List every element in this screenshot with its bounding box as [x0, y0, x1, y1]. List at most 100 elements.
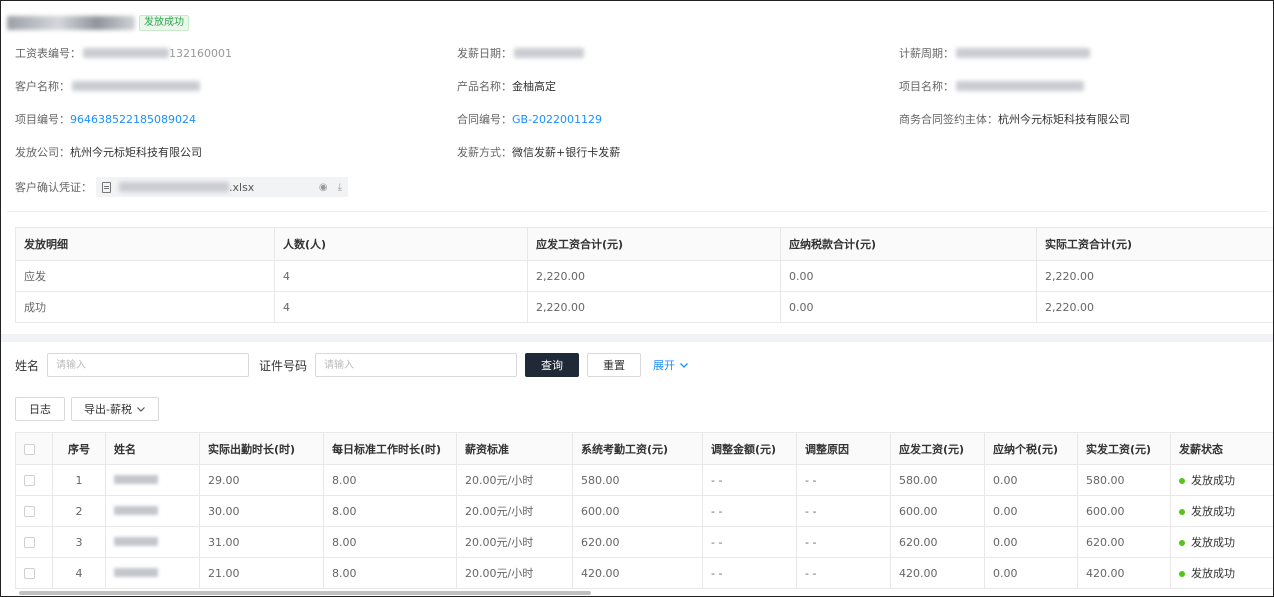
voucher-label: 客户确认凭证：	[15, 181, 92, 194]
pay-date-label: 发薪日期：	[457, 47, 512, 60]
select-all-checkbox[interactable]	[24, 443, 35, 455]
row-hours: 31.00	[199, 526, 324, 558]
row-sys-pay: 620.00	[572, 526, 703, 558]
row-adj-amount: - -	[702, 495, 797, 527]
row-gross: 580.00	[890, 464, 985, 496]
row-no: 3	[52, 526, 106, 558]
row-checkbox[interactable]	[24, 506, 35, 517]
export-dropdown[interactable]: 导出-薪税	[71, 397, 159, 421]
summary-cell: 0.00	[780, 291, 1037, 323]
row-name	[105, 495, 200, 527]
download-icon[interactable]: ⤓	[338, 182, 342, 193]
project-name-field: 项目名称：	[899, 76, 1084, 96]
log-button[interactable]: 日志	[15, 397, 65, 421]
section-divider	[1, 334, 1273, 342]
contract-no-link[interactable]: GB-2022001129	[512, 113, 602, 126]
row-rate: 20.00元/小时	[456, 557, 573, 589]
info-row-1: 工资表编号： 132160001 发薪日期： 计薪周期：	[1, 43, 1273, 63]
product-label: 产品名称：	[457, 80, 512, 93]
product-field: 产品名称： 金柚高定	[457, 76, 556, 96]
success-dot-icon	[1179, 540, 1185, 546]
summary-table: 发放明细 人数(人) 应发工资合计(元) 应纳税款合计(元) 实际工资合计(元)…	[15, 227, 1273, 323]
summary-cell: 应发	[15, 260, 275, 292]
method-label: 发薪方式：	[457, 146, 512, 159]
redacted-value	[956, 81, 1084, 91]
summary-header-cell: 发放明细	[15, 227, 275, 261]
row-hours: 29.00	[199, 464, 324, 496]
summary-cell: 2,220.00	[527, 291, 781, 323]
chevron-down-icon	[680, 363, 688, 368]
success-dot-icon	[1179, 478, 1185, 484]
row-no: 1	[52, 464, 106, 496]
id-label: 证件号码	[259, 358, 308, 373]
column-header: 调整原因	[796, 432, 891, 465]
row-name	[105, 464, 200, 496]
row-select-cell	[15, 495, 53, 527]
status-text: 发放成功	[1191, 536, 1235, 549]
summary-header-cell: 实际工资合计(元)	[1036, 227, 1273, 261]
row-sys-pay: 420.00	[572, 557, 703, 589]
customer-label: 客户名称：	[15, 80, 70, 93]
column-header: 实发工资(元)	[1077, 432, 1171, 465]
redacted-title	[7, 16, 135, 30]
search-bar: 姓名 证件号码 查询 重置 展开	[15, 353, 689, 377]
row-std-hours: 8.00	[323, 557, 457, 589]
select-all-cell	[15, 432, 53, 465]
column-header: 每日标准工作时长(时)	[323, 432, 457, 465]
row-adj-amount: - -	[702, 526, 797, 558]
eye-icon[interactable]: ◉	[319, 182, 328, 193]
row-gross: 620.00	[890, 526, 985, 558]
row-rate: 20.00元/小时	[456, 464, 573, 496]
summary-header-row: 发放明细 人数(人) 应发工资合计(元) 应纳税款合计(元) 实际工资合计(元)	[15, 227, 1273, 261]
column-header: 发薪状态	[1170, 432, 1273, 465]
row-status: 发放成功	[1170, 557, 1273, 589]
payroll-detail-page: 发放成功 工资表编号： 132160001 发薪日期： 计薪周期： 客户名称： …	[0, 0, 1274, 597]
file-icon	[102, 181, 111, 193]
redacted-value	[956, 48, 1090, 58]
period-label: 计薪周期：	[899, 47, 954, 60]
query-button[interactable]: 查询	[525, 353, 580, 377]
row-net: 600.00	[1077, 495, 1171, 527]
row-checkbox[interactable]	[24, 568, 35, 579]
row-hours: 30.00	[199, 495, 324, 527]
row-status: 发放成功	[1170, 526, 1273, 558]
name-input[interactable]	[47, 353, 250, 377]
id-number-input[interactable]	[315, 353, 518, 377]
issuer-value: 杭州今元标矩科技有限公司	[70, 146, 202, 159]
column-header: 实际出勤时长(时)	[199, 432, 324, 465]
row-rate: 20.00元/小时	[456, 526, 573, 558]
table-row: 1 29.00 8.00 20.00元/小时 580.00 - - - - 58…	[15, 464, 1273, 496]
voucher-ext: .xlsx	[229, 180, 255, 194]
project-no-link[interactable]: 964638522185089024	[70, 113, 196, 126]
horizontal-scrollbar[interactable]	[19, 591, 591, 595]
salary-no-suffix: 132160001	[169, 46, 232, 60]
row-name	[105, 526, 200, 558]
row-adj-reason: - -	[796, 464, 891, 496]
summary-cell: 4	[274, 291, 528, 323]
row-rate: 20.00元/小时	[456, 495, 573, 527]
row-tax: 0.00	[984, 526, 1078, 558]
row-tax: 0.00	[984, 495, 1078, 527]
row-hours: 21.00	[199, 557, 324, 589]
period-field: 计薪周期：	[899, 43, 1090, 63]
row-checkbox[interactable]	[24, 537, 35, 548]
row-no: 4	[52, 557, 106, 589]
row-checkbox[interactable]	[24, 475, 35, 486]
divider	[7, 211, 1269, 212]
row-status: 发放成功	[1170, 495, 1273, 527]
method-field: 发薪方式： 微信发薪+银行卡发薪	[457, 142, 620, 162]
redacted-name	[114, 536, 158, 546]
row-gross: 600.00	[890, 495, 985, 527]
expand-toggle[interactable]: 展开	[653, 357, 689, 373]
status-text: 发放成功	[1191, 505, 1235, 518]
status-text: 发放成功	[1191, 567, 1235, 580]
biz-subject-label: 商务合同签约主体：	[899, 113, 998, 126]
reset-button[interactable]: 重置	[587, 353, 642, 377]
voucher-file[interactable]: .xlsx ◉ ⤓	[96, 177, 348, 197]
table-row: 3 31.00 8.00 20.00元/小时 620.00 - - - - 62…	[15, 526, 1273, 558]
summary-header-cell: 应发工资合计(元)	[527, 227, 781, 261]
page-header: 发放成功	[7, 13, 189, 33]
salary-no-field: 工资表编号： 132160001	[15, 43, 232, 63]
redacted-value	[514, 48, 584, 58]
success-dot-icon	[1179, 509, 1185, 515]
